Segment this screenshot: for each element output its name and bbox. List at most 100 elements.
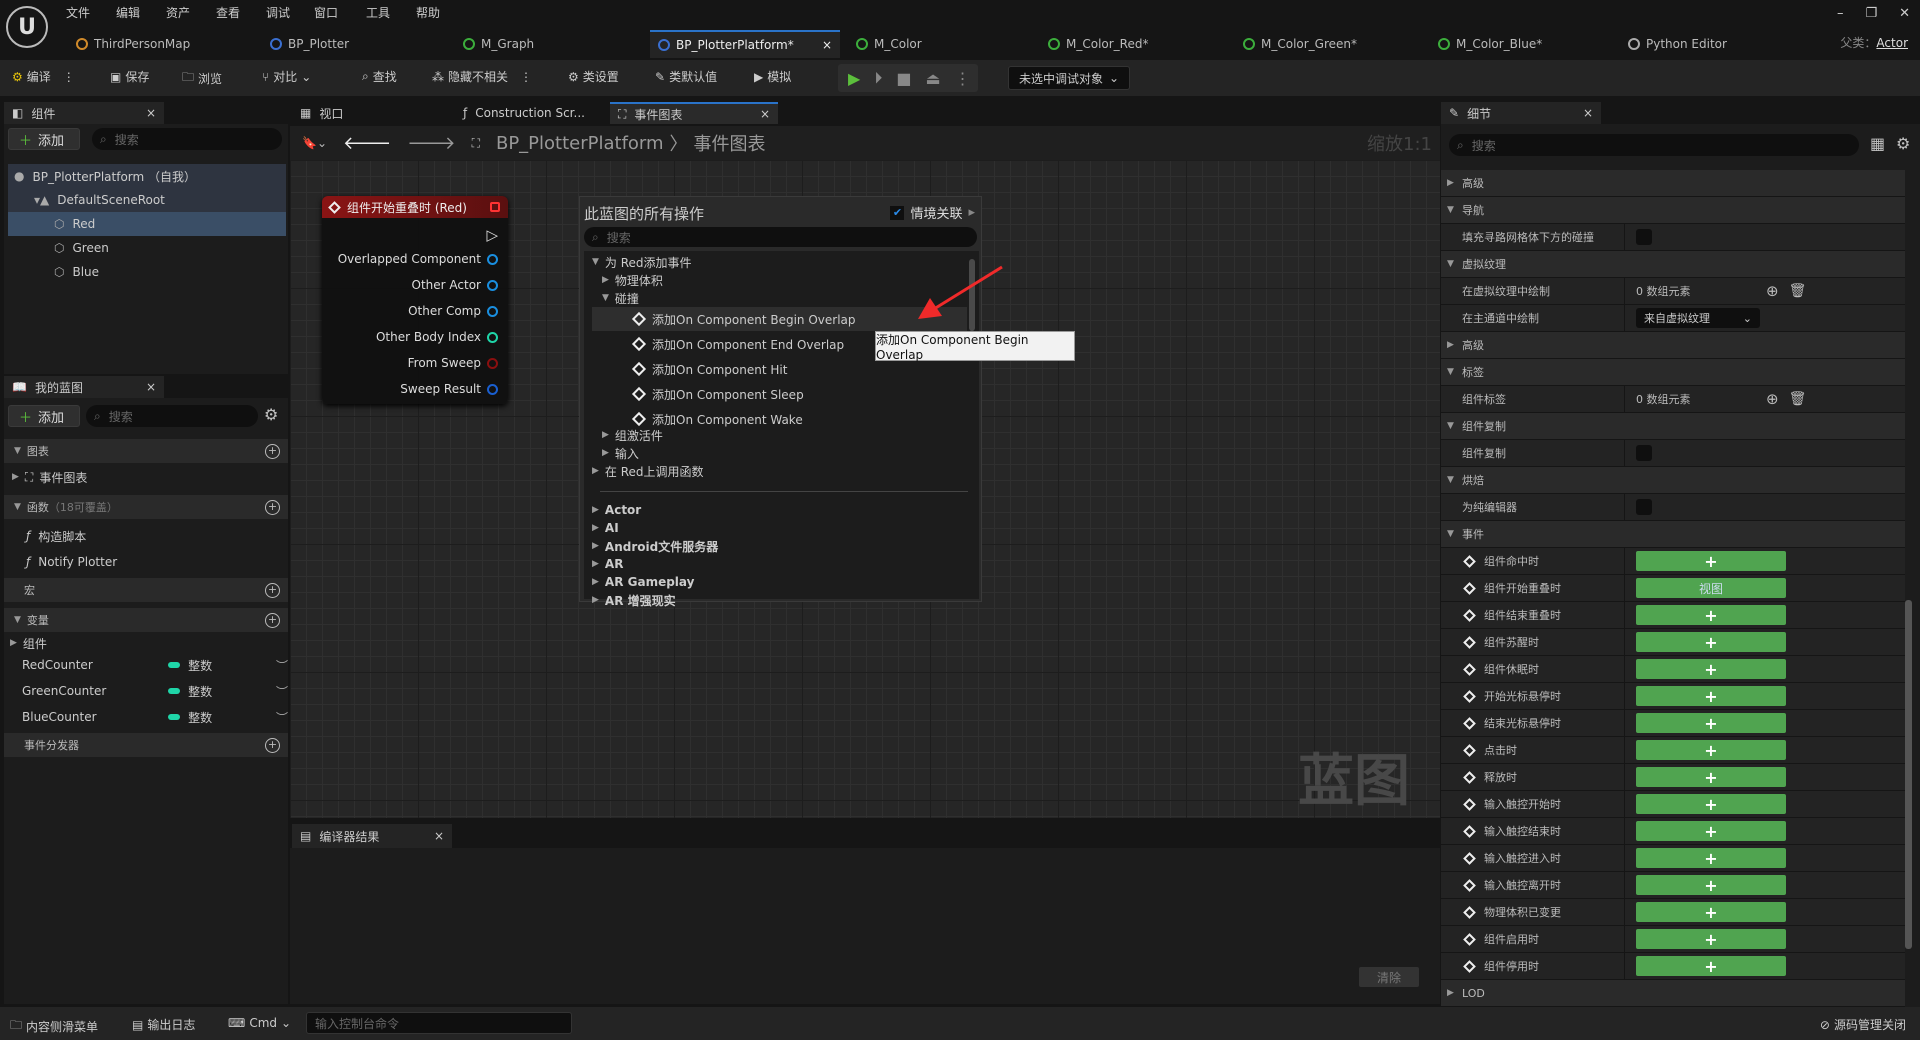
- property-label: 物理体积已变更: [1484, 906, 1561, 919]
- close-icon[interactable]: ×: [1583, 106, 1593, 120]
- details-section-header[interactable]: ▶ 高级: [1441, 332, 1905, 359]
- add-event-button[interactable]: +: [1636, 875, 1786, 895]
- property-label: 组件开始重叠时: [1484, 582, 1561, 595]
- property-label: 在主通道中绘制: [1462, 312, 1539, 325]
- add-element-icon[interactable]: ⊕: [1766, 390, 1779, 408]
- event-icon: [1463, 770, 1476, 784]
- terminal-icon: ⌨: [228, 1016, 246, 1030]
- table-view-icon[interactable]: ▦: [1870, 134, 1885, 153]
- add-event-button[interactable]: +: [1636, 794, 1786, 814]
- trash-icon[interactable]: 🗑: [1789, 283, 1807, 299]
- add-event-button[interactable]: +: [1636, 821, 1786, 841]
- chevron-down-icon[interactable]: ▼: [1447, 529, 1454, 539]
- chevron-right-icon[interactable]: ▶: [1447, 178, 1454, 188]
- add-event-button[interactable]: +: [1636, 767, 1786, 787]
- tab-compiler-results[interactable]: ▤ 编译器结果 ×: [292, 824, 452, 848]
- source-control-button[interactable]: ⊘ 源码管理关闭: [1820, 1016, 1906, 1033]
- property-value: +: [1636, 740, 1786, 760]
- chevron-right-icon[interactable]: ▶: [1447, 340, 1454, 350]
- array-count: 0 数组元素: [1636, 393, 1691, 406]
- tab-details[interactable]: ✎ 细节 ×: [1441, 102, 1601, 124]
- details-section-header[interactable]: ▼ 事件: [1441, 521, 1905, 548]
- source-control-icon: ⊘: [1819, 1017, 1830, 1032]
- column-divider: [1624, 872, 1625, 899]
- property-label: 填充寻路网格体下方的碰撞: [1462, 231, 1594, 244]
- column-divider: [1624, 305, 1625, 332]
- add-event-button[interactable]: +: [1636, 686, 1786, 706]
- event-icon: [1463, 824, 1476, 838]
- view-event-button[interactable]: 视图: [1636, 578, 1786, 598]
- console-command-input[interactable]: 输入控制台命令: [306, 1012, 572, 1034]
- checkbox[interactable]: [1636, 229, 1652, 245]
- property-value: +: [1636, 605, 1786, 625]
- event-icon: [1463, 905, 1476, 919]
- event-icon: [1463, 743, 1476, 757]
- details-property-row: 组件标签 0 数组元素 ⊕ 🗑: [1441, 386, 1905, 413]
- property-label: LOD: [1462, 986, 1485, 1000]
- details-search-input[interactable]: ⌕ 搜索: [1449, 134, 1859, 156]
- add-event-button[interactable]: +: [1636, 713, 1786, 733]
- details-section-header[interactable]: ▶ 高级: [1441, 170, 1905, 197]
- column-divider: [1624, 737, 1625, 764]
- chevron-down-icon[interactable]: ▼: [1447, 205, 1454, 215]
- chevron-down-icon[interactable]: ▼: [1447, 259, 1454, 269]
- content-drawer-button[interactable]: 🗀 内容侧滑菜单: [10, 1016, 98, 1037]
- property-value: +: [1636, 686, 1786, 706]
- event-icon: [1463, 608, 1476, 622]
- details-section-header[interactable]: ▼ 标签: [1441, 359, 1905, 386]
- add-event-button[interactable]: +: [1636, 956, 1786, 976]
- property-label: 点击时: [1484, 744, 1517, 757]
- details-section-header[interactable]: ▼ 组件复制: [1441, 413, 1905, 440]
- clear-button[interactable]: 清除: [1359, 967, 1419, 987]
- add-event-button[interactable]: +: [1636, 740, 1786, 760]
- add-event-button[interactable]: +: [1636, 632, 1786, 652]
- event-icon: [1463, 635, 1476, 649]
- column-divider: [1624, 791, 1625, 818]
- property-label: 事件: [1462, 528, 1484, 541]
- details-property-row: 结束光标悬停时 +: [1441, 710, 1905, 737]
- arrow-head: [918, 298, 942, 319]
- details-property-row: 组件复制: [1441, 440, 1905, 467]
- column-divider: [1624, 575, 1625, 602]
- chevron-down-icon[interactable]: ▼: [1447, 421, 1454, 431]
- dropdown[interactable]: 来自虚拟纹理 ⌄: [1636, 308, 1760, 328]
- add-event-button[interactable]: +: [1636, 929, 1786, 949]
- details-property-row: 在虚拟纹理中绘制 0 数组元素 ⊕ 🗑: [1441, 278, 1905, 305]
- property-value: 来自虚拟纹理 ⌄: [1636, 308, 1760, 328]
- add-event-button[interactable]: +: [1636, 605, 1786, 625]
- annotation-arrow-menu: [933, 265, 1003, 311]
- details-section-header[interactable]: ▼ 烘焙: [1441, 467, 1905, 494]
- property-label: 组件复制: [1462, 420, 1506, 433]
- checkbox[interactable]: [1636, 445, 1652, 461]
- trash-icon[interactable]: 🗑: [1789, 391, 1807, 407]
- property-value: +: [1636, 767, 1786, 787]
- event-icon: [1463, 662, 1476, 676]
- details-scrollbar[interactable]: [1905, 600, 1912, 949]
- property-value: +: [1636, 821, 1786, 841]
- property-value: +: [1636, 659, 1786, 679]
- details-section-header[interactable]: ▼ 导航: [1441, 197, 1905, 224]
- property-label: 组件标签: [1462, 393, 1506, 406]
- details-section-header[interactable]: ▼ 虚拟纹理: [1441, 251, 1905, 278]
- property-label: 导航: [1462, 204, 1484, 217]
- add-event-button[interactable]: +: [1636, 551, 1786, 571]
- add-element-icon[interactable]: ⊕: [1766, 282, 1779, 300]
- details-property-row: 组件启用时 +: [1441, 926, 1905, 953]
- add-event-button[interactable]: +: [1636, 902, 1786, 922]
- output-log-button[interactable]: ▤ 输出日志: [132, 1016, 195, 1033]
- column-divider: [1624, 710, 1625, 737]
- property-label: 烘焙: [1462, 474, 1484, 487]
- add-event-button[interactable]: +: [1636, 848, 1786, 868]
- details-section-header[interactable]: ▶ LOD: [1441, 980, 1905, 1007]
- settings-gear-icon[interactable]: ⚙: [1896, 134, 1910, 153]
- cmd-dropdown[interactable]: ⌨ Cmd ⌄: [228, 1016, 291, 1030]
- close-icon[interactable]: ×: [434, 829, 444, 843]
- add-event-button[interactable]: +: [1636, 659, 1786, 679]
- property-label: 虚拟纹理: [1462, 258, 1506, 271]
- chevron-right-icon[interactable]: ▶: [1447, 988, 1454, 998]
- chevron-down-icon[interactable]: ▼: [1447, 475, 1454, 485]
- chevron-down-icon[interactable]: ▼: [1447, 367, 1454, 377]
- property-label: 输入触控进入时: [1484, 852, 1561, 865]
- property-label: 标签: [1462, 366, 1484, 379]
- checkbox[interactable]: [1636, 499, 1652, 515]
